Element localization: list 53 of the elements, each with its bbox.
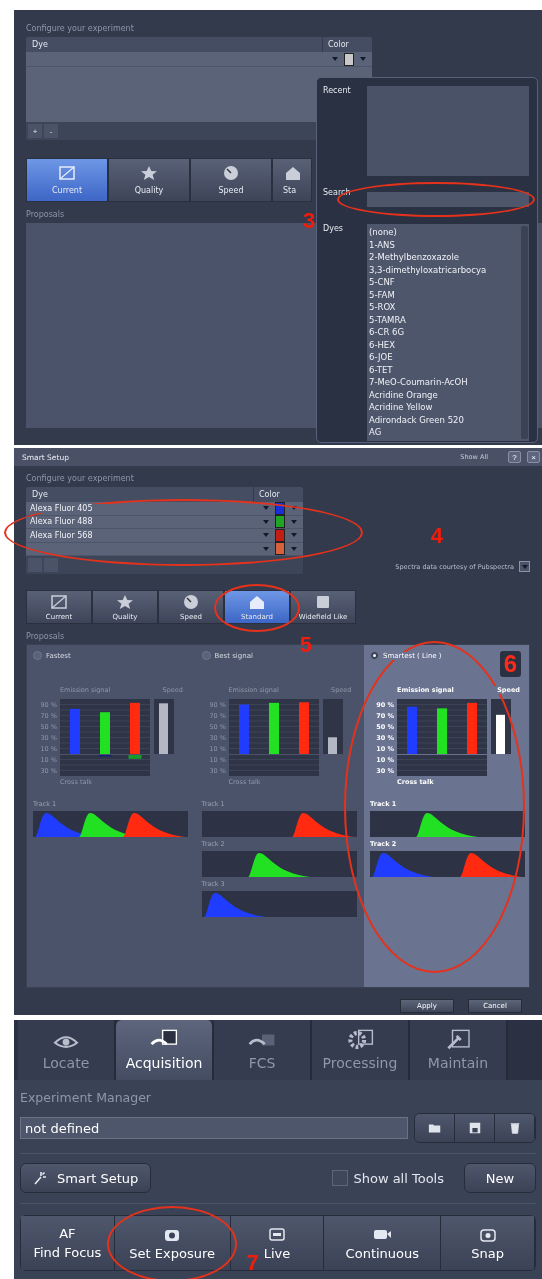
- help-button[interactable]: ?: [508, 451, 521, 463]
- tab[interactable]: Locate: [18, 1020, 116, 1080]
- action-button[interactable]: Set Exposure: [114, 1216, 231, 1270]
- annotation-number: 5: [299, 634, 312, 656]
- list-item[interactable]: Acridine Orange: [369, 388, 519, 401]
- list-item[interactable]: Adirondack Green 520: [369, 413, 519, 426]
- section-label: Proposals: [26, 632, 65, 641]
- experiment-field[interactable]: not defined: [20, 1117, 408, 1139]
- checkbox-label: Show all Tools: [353, 1170, 444, 1186]
- section-label: Configure your experiment: [26, 474, 135, 483]
- tab[interactable]: Maintain: [410, 1020, 508, 1080]
- action-button[interactable]: Snap: [441, 1216, 535, 1270]
- list-item[interactable]: 5-FAM: [369, 288, 519, 301]
- list-item[interactable]: 3,3-dimethyloxatricarbocya: [369, 263, 519, 276]
- list-item[interactable]: 6-TET: [369, 363, 519, 376]
- list-item[interactable]: 2-Methylbenzoxazole: [369, 251, 519, 264]
- field-label: Recent: [323, 86, 352, 97]
- section-label: Configure your experiment: [26, 24, 135, 33]
- list-item[interactable]: 5-CNF: [369, 276, 519, 289]
- action-button[interactable]: Continuous: [324, 1216, 442, 1270]
- list-item[interactable]: 5-ROX: [369, 301, 519, 314]
- tab[interactable]: Processing: [312, 1020, 410, 1080]
- list-item[interactable]: 6-HEX: [369, 338, 519, 351]
- list-item[interactable]: 6-JOE: [369, 351, 519, 364]
- field-label: Dyes: [323, 224, 344, 235]
- add-button[interactable]: +: [28, 124, 42, 138]
- remove-button[interactable]: -: [44, 124, 58, 138]
- list-item[interactable]: 6-CR 6G: [369, 326, 519, 339]
- mode-tab[interactable]: Quality: [108, 158, 190, 202]
- tab[interactable]: Acquisition: [116, 1020, 214, 1080]
- section-label: Proposals: [26, 210, 65, 219]
- tab[interactable]: FCS: [214, 1020, 312, 1080]
- list-item[interactable]: Acridine Yellow: [369, 401, 519, 414]
- new-button[interactable]: New: [464, 1163, 536, 1193]
- annotation-number: 6: [499, 651, 521, 677]
- list-item[interactable]: 1-ANS: [369, 238, 519, 251]
- annotation-number: 4: [430, 525, 443, 547]
- section-label: Experiment Manager: [20, 1090, 152, 1105]
- list-item[interactable]: 5-TAMRA: [369, 313, 519, 326]
- column-header: Color: [258, 490, 281, 499]
- mode-tab[interactable]: Speed: [190, 158, 272, 202]
- list-item[interactable]: AG: [369, 426, 519, 439]
- close-button[interactable]: ×: [527, 451, 540, 463]
- list-item[interactable]: 7-MeO-Coumarin-AcOH: [369, 376, 519, 389]
- mode-tab[interactable]: Sta: [272, 158, 312, 202]
- smart-setup-button[interactable]: Smart Setup: [20, 1163, 152, 1193]
- column-header: Color: [327, 40, 350, 49]
- mode-tab[interactable]: Current: [26, 158, 108, 202]
- action-button[interactable]: AF Find Focus: [21, 1216, 115, 1270]
- icon-text: AF: [59, 1226, 76, 1241]
- list-item[interactable]: (none): [369, 226, 519, 239]
- annotation-number: 3: [303, 210, 316, 232]
- field-label: Search: [323, 188, 352, 199]
